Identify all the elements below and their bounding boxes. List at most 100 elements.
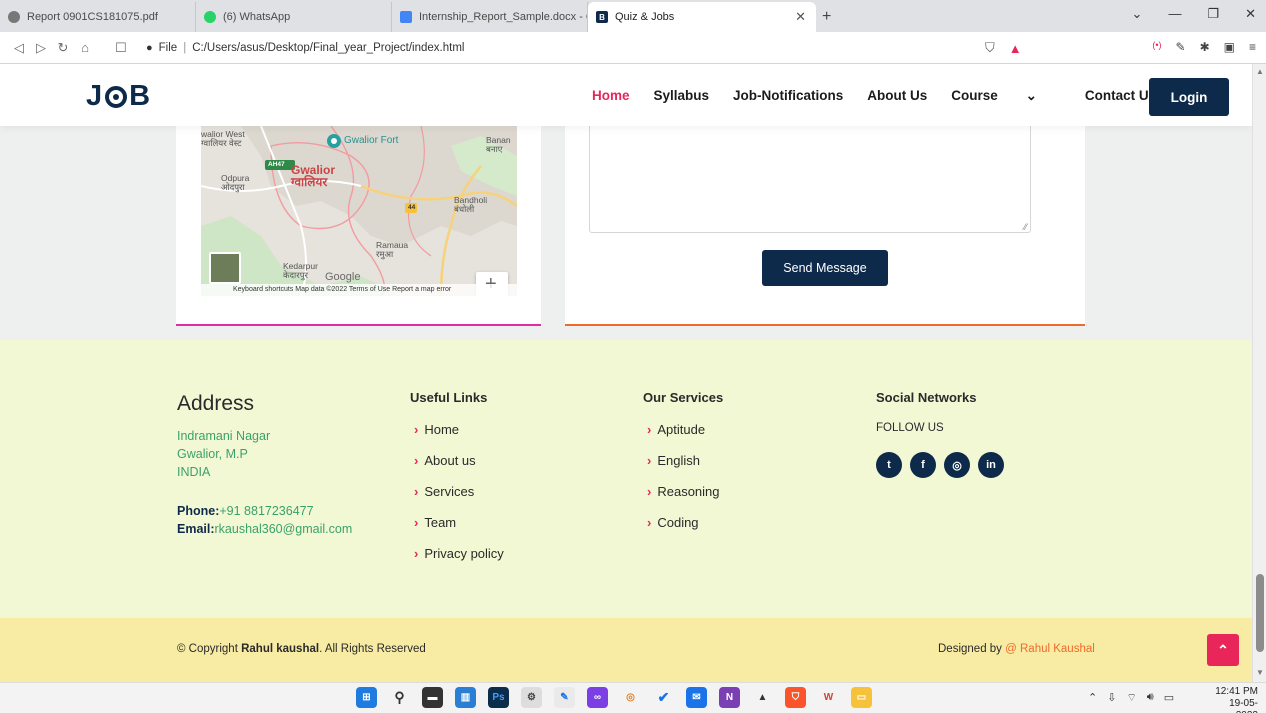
social-title: Social Networks [876, 390, 977, 405]
tab-google-docs[interactable]: Internship_Report_Sample.docx - Goo [392, 2, 588, 32]
nav-contact-us[interactable]: Contact Us [1085, 88, 1156, 104]
windows-start-icon[interactable]: ⊞ [356, 687, 377, 708]
back-icon[interactable]: ◁ [8, 40, 30, 56]
bootstrap-icon: B [596, 11, 608, 23]
scroll-down-icon[interactable]: ▼ [1256, 668, 1264, 677]
resize-handle-icon[interactable]: ⁄⁄ [1024, 222, 1027, 232]
message-textarea[interactable]: ⁄⁄ [589, 126, 1031, 233]
tab-report-pdf[interactable]: Report 0901CS181075.pdf [0, 2, 196, 32]
service-link-coding[interactable]: › Coding [647, 515, 699, 530]
chevron-right-icon: › [647, 484, 652, 499]
map-label: Ramaua रमुआ [376, 240, 409, 259]
minimize-icon[interactable]: — [1168, 6, 1181, 22]
globe-icon [8, 11, 20, 23]
chevron-right-icon: › [414, 422, 419, 437]
nav-job-notifications[interactable]: Job-Notifications [733, 88, 843, 104]
chevron-down-icon[interactable]: ⌄ [1132, 6, 1143, 22]
service-link-english[interactable]: › English [647, 453, 700, 468]
footer-link-about[interactable]: › About us [414, 453, 476, 468]
satellite-toggle[interactable] [209, 252, 241, 284]
widgets-icon[interactable]: ▥ [455, 687, 476, 708]
brave-rewards-icon[interactable]: ▲ [1009, 41, 1022, 56]
windows-taskbar: ⊞ ⚲ ▬ ▥ Ps ⚙ ✎ ∞ ◎ ✔ ✉ N ▲ ⛉ W ▭ ⌃ ⇩ ⌔ 🔊… [0, 682, 1266, 713]
twitter-icon[interactable]: t [876, 452, 902, 478]
map-label: Bandholi बंधोली [454, 195, 488, 214]
forward-icon[interactable]: ▷ [30, 40, 52, 56]
service-link-reasoning[interactable]: › Reasoning [647, 484, 720, 499]
map-label: Odpura ओदपुरा [221, 173, 250, 192]
close-tab-icon[interactable]: ✕ [795, 9, 806, 25]
new-tab-button[interactable]: + [822, 2, 831, 32]
main-nav: Home Syllabus Job-Notifications About Us… [592, 88, 1180, 104]
security-icon[interactable]: ⇩ [1107, 691, 1116, 705]
phone-line: Phone:+91 8817236477 [177, 504, 314, 518]
footer-link-team[interactable]: › Team [414, 515, 456, 530]
settings-icon[interactable]: ⚙ [521, 687, 542, 708]
chrome-icon[interactable]: ◎ [620, 687, 641, 708]
todo-icon[interactable]: ✔ [653, 687, 674, 708]
address-line: Gwalior, M.P [177, 447, 248, 461]
brave-shields: ⛉ ▲ [985, 40, 1022, 56]
reload-icon[interactable]: ↻ [52, 40, 74, 56]
footer-link-home[interactable]: › Home [414, 422, 459, 437]
draw-icon[interactable]: ✎ [554, 687, 575, 708]
mail-icon[interactable]: ✉ [686, 687, 707, 708]
close-window-icon[interactable]: ✕ [1245, 6, 1256, 22]
nav-home[interactable]: Home [592, 88, 630, 104]
photoshop-icon[interactable]: Ps [488, 687, 509, 708]
map-label: walior West ग्वालियर वेस्ट [201, 129, 245, 148]
map-attribution[interactable]: Keyboard shortcuts Map data ©2022 Terms … [201, 284, 517, 296]
instagram-icon[interactable]: ◎ [944, 452, 970, 478]
loop-icon[interactable]: ∞ [587, 687, 608, 708]
search-icon[interactable]: ⚲ [389, 687, 410, 708]
scroll-up-icon[interactable]: ▲ [1256, 67, 1264, 76]
back-to-top-button[interactable]: ⌃ [1207, 634, 1239, 666]
login-button[interactable]: Login [1149, 78, 1229, 116]
tab-quiz-jobs[interactable]: B Quiz & Jobs ✕ [588, 2, 816, 32]
bookmark-icon[interactable]: ☐ [110, 40, 132, 56]
broadcast-icon[interactable]: (•) [1152, 40, 1161, 54]
wifi-icon[interactable]: ⌔ [1126, 691, 1136, 705]
footer-link-services[interactable]: › Services [414, 484, 474, 499]
home-icon[interactable]: ⌂ [74, 40, 96, 55]
battery-icon[interactable]: ▭ [1164, 691, 1174, 705]
task-view-icon[interactable]: ▬ [422, 687, 443, 708]
inkscape-icon[interactable]: ▲ [752, 687, 773, 708]
linkedin-icon[interactable]: in [978, 452, 1004, 478]
volume-icon[interactable]: 🔊︎ [1147, 691, 1154, 705]
wallet-icon[interactable]: ▣ [1224, 40, 1235, 54]
designer-link[interactable]: @ Rahul Kaushal [1005, 643, 1095, 655]
url-field[interactable]: ● File | C:/Users/asus/Desktop/Final_yea… [146, 42, 464, 54]
nav-syllabus[interactable]: Syllabus [654, 88, 710, 104]
service-link-aptitude[interactable]: › Aptitude [647, 422, 705, 437]
brave-icon[interactable]: ⛉ [785, 687, 806, 708]
email-line: Email:rkaushal360@gmail.com [177, 522, 353, 536]
maximize-icon[interactable]: ❐ [1207, 6, 1219, 22]
send-message-button[interactable]: Send Message [762, 250, 888, 286]
clock[interactable]: 12:41 PM 19-05-2022 [1208, 686, 1258, 713]
site-logo[interactable]: JB [86, 80, 151, 113]
nav-about-us[interactable]: About Us [867, 88, 927, 104]
pen-icon[interactable]: ✎ [1176, 40, 1186, 54]
extensions-icon[interactable]: ✱ [1200, 40, 1210, 54]
url-scheme: File [158, 41, 178, 54]
wps-office-icon[interactable]: W [818, 687, 839, 708]
docs-icon [400, 11, 412, 23]
address-bar: ◁ ▷ ↻ ⌂ ☐ ● File | C:/Users/asus/Desktop… [0, 32, 1266, 64]
nav-course[interactable]: Course ⌄ [951, 88, 1061, 104]
menu-icon[interactable]: ≡ [1249, 40, 1256, 54]
page-viewport: walior West ग्वालियर वेस्ट Gwalior Fort G… [0, 64, 1252, 682]
shield-icon[interactable]: ⛉ [985, 40, 995, 56]
toolbar-icons: (•) ✎ ✱ ▣ ≡ [1152, 40, 1256, 54]
onenote-icon[interactable]: N [719, 687, 740, 708]
useful-links-title: Useful Links [410, 390, 488, 405]
chevron-up-icon[interactable]: ⌃ [1088, 691, 1097, 705]
google-map[interactable]: walior West ग्वालियर वेस्ट Gwalior Fort G… [201, 126, 517, 296]
file-explorer-icon[interactable]: ▭ [851, 687, 872, 708]
facebook-icon[interactable]: f [910, 452, 936, 478]
scroll-thumb[interactable] [1256, 574, 1264, 652]
tab-whatsapp[interactable]: (6) WhatsApp [196, 2, 392, 32]
footer-link-privacy[interactable]: › Privacy policy [414, 546, 504, 561]
page-scrollbar[interactable]: ▲ ▼ [1252, 64, 1266, 682]
google-logo: Google [325, 271, 361, 283]
